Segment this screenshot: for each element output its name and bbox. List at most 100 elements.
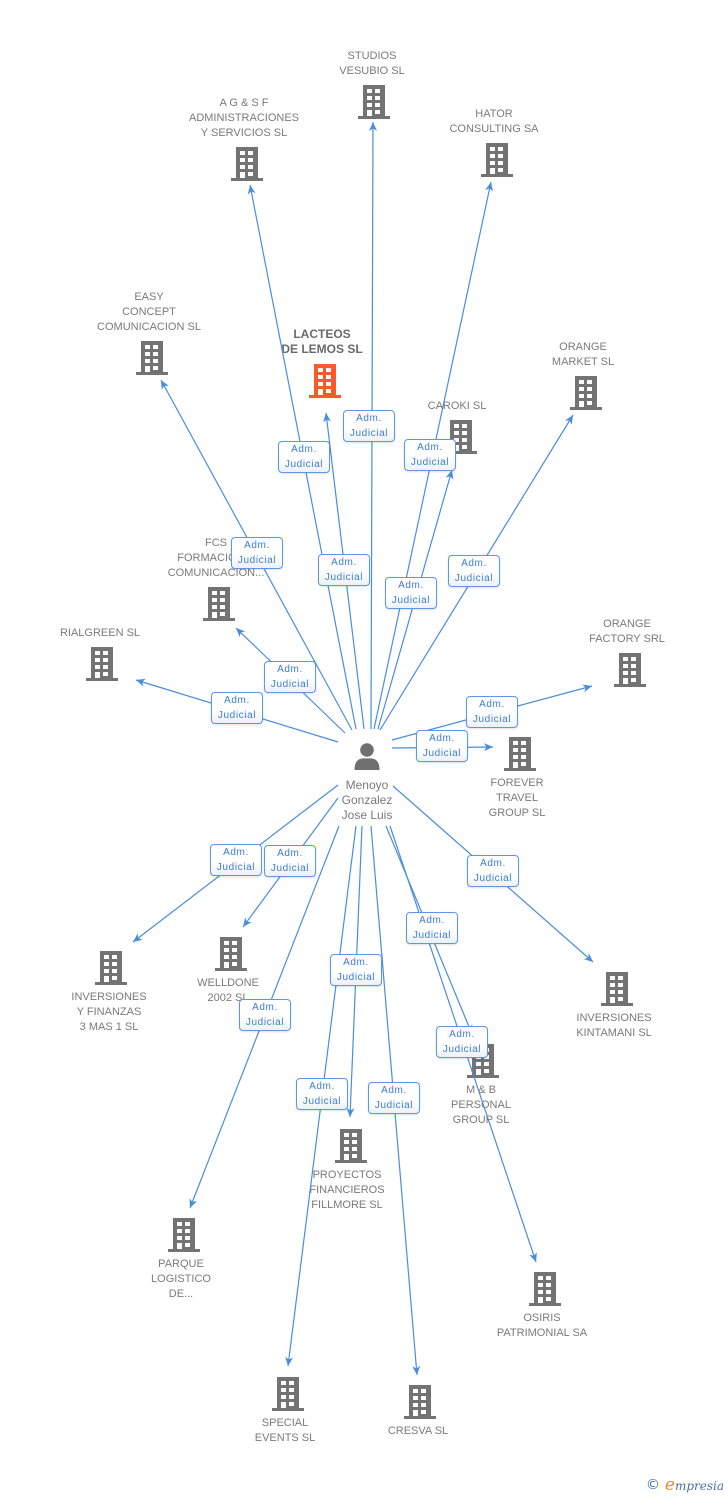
company-name-line: Y FINANZAS — [76, 1006, 142, 1018]
company-name-line: Y SERVICIOS SL — [200, 127, 288, 139]
brand-logo[interactable]: empresia — [665, 1475, 724, 1495]
company-name-line: ORANGE — [603, 618, 651, 630]
company-name[interactable]: ORANGE MARKET SL — [508, 340, 658, 370]
company-name-line: A G & S F — [219, 97, 269, 109]
building-icon[interactable] — [86, 647, 118, 681]
company-name-line: CRESVA SL — [387, 1425, 449, 1437]
building-shape — [335, 1129, 367, 1163]
company-name-line: COMUNICACION... — [167, 567, 265, 579]
company-name[interactable]: RIALGREEN SL — [25, 626, 175, 641]
company-name-line: TRAVEL — [496, 792, 538, 804]
company-name-line: FOREVER — [490, 777, 544, 789]
company-name[interactable]: M & B PERSONAL GROUP SL — [406, 1083, 556, 1128]
relationship-graph: STUDIOS VESUBIO SL A G & S F ADMINISTRACION… — [0, 0, 728, 1500]
company-name-line: OSIRIS — [523, 1312, 561, 1324]
company-name[interactable]: SPECIAL EVENTS SL — [210, 1416, 360, 1446]
person-name[interactable]: Menoyo Gonzalez Jose Luis — [317, 778, 417, 823]
building-icon[interactable] — [481, 143, 513, 177]
company-name[interactable]: WELLDONE 2002 SL — [153, 976, 303, 1006]
company-name[interactable]: CAROKI SL — [382, 399, 532, 414]
building-shape — [445, 420, 477, 454]
building-icon[interactable] — [215, 937, 247, 971]
company-name-line: SPECIAL — [261, 1417, 309, 1429]
company-name-line: GROUP SL — [488, 807, 546, 819]
building-icon[interactable] — [272, 1377, 304, 1411]
company-name[interactable]: PROYECTOS FINANCIEROS FILLMORE SL — [272, 1168, 422, 1213]
company-name[interactable]: INVERSIONES KINTAMANI SL — [539, 1011, 689, 1041]
company-name-line: DE... — [168, 1288, 194, 1300]
building-icon[interactable] — [601, 972, 633, 1006]
building-icon[interactable] — [358, 85, 390, 119]
building-icon[interactable] — [309, 364, 341, 398]
building-icon[interactable] — [570, 376, 602, 410]
company-name-line: FACTORY SRL — [589, 633, 665, 645]
building-icon[interactable] — [136, 341, 168, 375]
person-name-line: Gonzalez — [341, 793, 393, 807]
company-name[interactable]: CRESVA SL — [343, 1424, 493, 1439]
company-name-line: FCS — [205, 537, 227, 549]
company-name-line: EASY — [134, 291, 164, 303]
building-shape — [504, 737, 536, 771]
brand-logo-text: mpresia — [674, 1479, 724, 1493]
building-shape — [467, 1044, 499, 1078]
company-name[interactable]: HATOR CONSULTING SA — [419, 107, 569, 137]
company-name[interactable]: ORANGE FACTORY SRL — [552, 617, 702, 647]
company-name[interactable]: LACTEOS DE LEMOS SL — [247, 327, 397, 357]
building-shape — [570, 376, 602, 410]
building-shape — [215, 937, 247, 971]
company-name-line: DE LEMOS SL — [281, 342, 363, 356]
company-name-line: PROYECTOS — [312, 1169, 382, 1181]
building-icon[interactable] — [614, 653, 646, 687]
company-name-line: FORMACION Y — [177, 552, 255, 564]
company-name-line: HATOR — [475, 108, 513, 120]
building-shape — [404, 1385, 436, 1419]
building-icon[interactable] — [95, 951, 127, 985]
company-name-line: PATRIMONIAL SA — [496, 1327, 588, 1339]
company-name-line: EVENTS SL — [254, 1432, 316, 1444]
company-name[interactable]: FCS FORMACION Y COMUNICACION... — [141, 536, 291, 581]
copyright-icon: © — [645, 1477, 660, 1493]
building-icon[interactable] — [467, 1044, 499, 1078]
company-name-line: STUDIOS — [347, 50, 397, 62]
building-shape — [272, 1377, 304, 1411]
building-icon[interactable] — [335, 1129, 367, 1163]
building-shape — [601, 972, 633, 1006]
company-name-line: CONCEPT — [122, 306, 176, 318]
company-name[interactable]: EASY CONCEPT COMUNICACION SL — [74, 290, 224, 335]
company-name-line: VESUBIO SL — [339, 65, 405, 77]
company-name-line: 3 MAS 1 SL — [79, 1021, 139, 1033]
building-shape — [529, 1272, 561, 1306]
person-name-line: Jose Luis — [341, 808, 393, 822]
company-name[interactable]: PARQUE LOGISTICO DE... — [106, 1257, 256, 1302]
building-icon[interactable] — [404, 1385, 436, 1419]
company-name[interactable]: A G & S F ADMINISTRACIONES Y SERVICIOS SL — [169, 96, 319, 141]
building-shape — [481, 143, 513, 177]
building-shape — [203, 587, 235, 621]
footer-credit: © empresia — [646, 1474, 724, 1496]
company-name-line: FILLMORE SL — [311, 1199, 383, 1211]
company-name[interactable]: OSIRIS PATRIMONIAL SA — [467, 1311, 617, 1341]
company-name[interactable]: FOREVER TRAVEL GROUP SL — [442, 776, 592, 821]
company-name-line: PERSONAL — [451, 1099, 511, 1111]
building-shape — [136, 341, 168, 375]
company-name-line: 2002 SL — [207, 992, 249, 1004]
company-name-line: LACTEOS — [293, 327, 351, 341]
building-icon[interactable] — [231, 147, 263, 181]
company-name[interactable]: STUDIOS VESUBIO SL — [297, 49, 447, 79]
company-name-line: MARKET SL — [551, 356, 615, 368]
company-name-line: RIALGREEN SL — [59, 627, 141, 639]
building-icon[interactable] — [504, 737, 536, 771]
company-name-line: CAROKI SL — [427, 400, 487, 412]
building-shape — [168, 1218, 200, 1252]
person-node[interactable]: Menoyo Gonzalez Jose Luis — [317, 742, 417, 823]
building-icon[interactable] — [168, 1218, 200, 1252]
building-shape — [231, 147, 263, 181]
company-name-line: PARQUE — [158, 1258, 204, 1270]
building-shape — [358, 85, 390, 119]
building-icon[interactable] — [445, 420, 477, 454]
building-shape — [614, 653, 646, 687]
building-icon[interactable] — [203, 587, 235, 621]
company-name-line: WELLDONE — [197, 977, 259, 989]
building-icon[interactable] — [529, 1272, 561, 1306]
company-name-line: CONSULTING SA — [449, 123, 539, 135]
